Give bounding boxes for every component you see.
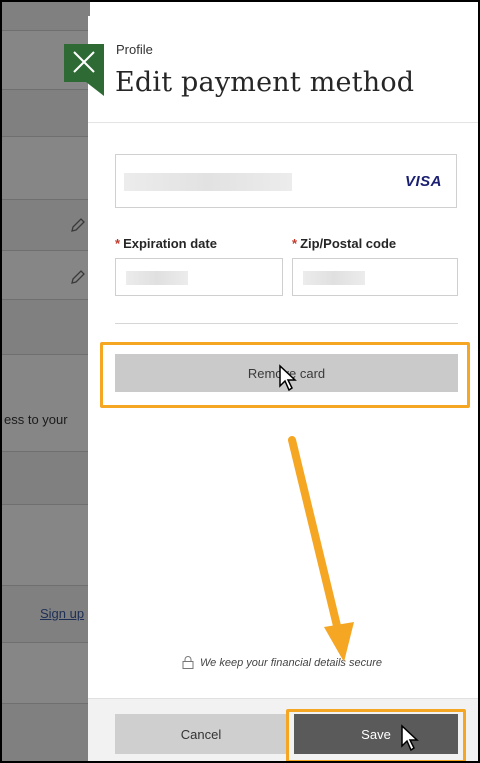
screenshot-frame: ess to your Sign up Profile Edit payment… [0,0,480,763]
annotation-arrow [288,436,354,662]
mouse-cursor-icon [401,724,419,752]
mouse-cursor-icon [279,364,297,392]
